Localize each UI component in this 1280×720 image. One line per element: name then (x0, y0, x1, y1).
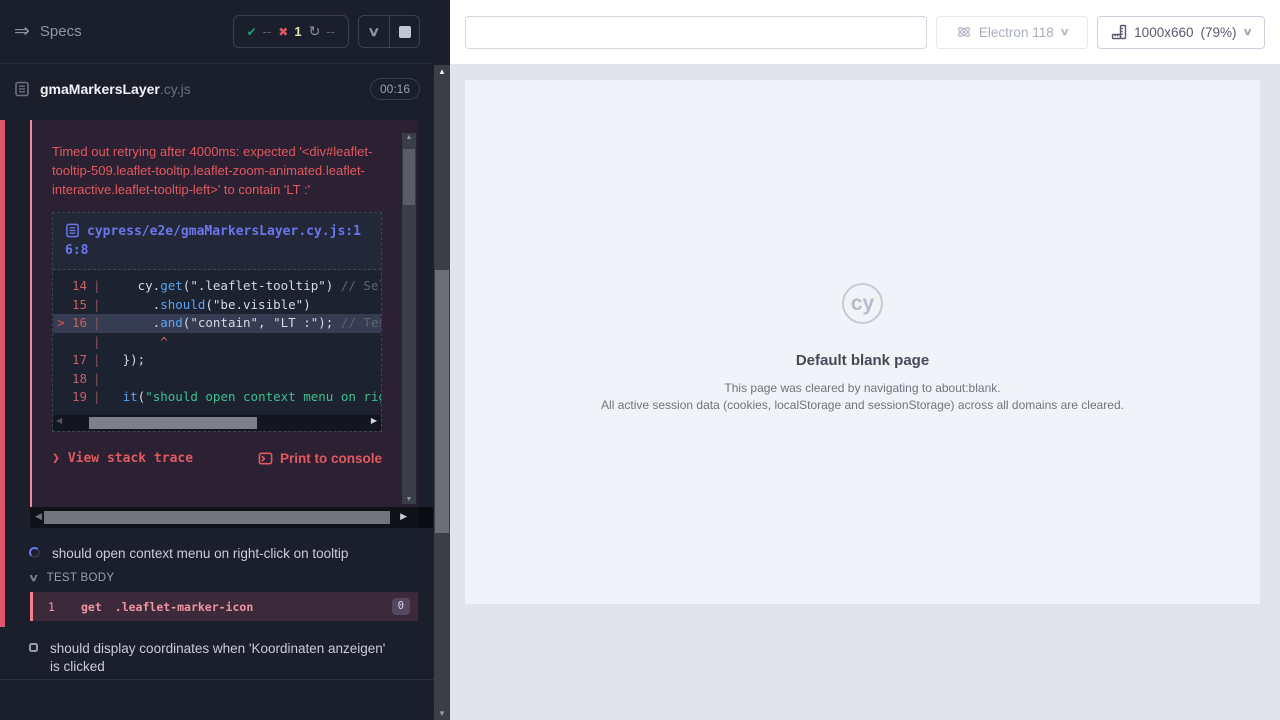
chevron-down-icon: ∨ (367, 24, 380, 40)
scrollbar-track[interactable]: ▲ ▼ (434, 65, 450, 720)
test-error-panel: Timed out retrying after 4000ms: expecte… (30, 120, 418, 507)
code-lines: 14| cy.get(".leaflet-tooltip") // Sele 1… (53, 270, 381, 415)
aut-container: Electron 118 ∨ 1000x660 (79%) (450, 0, 1280, 720)
scroll-left-arrow-icon[interactable]: ◀ (35, 511, 42, 522)
spec-name-ext: .cy.js (160, 81, 191, 97)
print-to-console-button[interactable]: Print to console (258, 451, 382, 466)
specs-title: Specs (40, 23, 82, 40)
code-frame-header[interactable]: cypress/e2e/gmaMarkersLayer.cy.js:16:8 (53, 213, 381, 270)
spec-file-icon (14, 81, 30, 97)
viewport-info-button[interactable]: 1000x660 (79%) ∨ (1097, 16, 1265, 49)
scrollbar-thumb[interactable] (403, 149, 415, 205)
stat-passed: ✔ -- (247, 24, 272, 39)
scroll-right-arrow-icon[interactable]: ▶ (400, 511, 407, 522)
view-stack-trace-link[interactable]: ❯ View stack trace (52, 451, 193, 466)
failed-count: 1 (294, 24, 301, 39)
pending-count: -- (326, 24, 335, 39)
error-actions: ❯ View stack trace Print to console (52, 451, 382, 466)
aut-iframe-blank-page: cy Default blank page This page was clea… (465, 80, 1260, 604)
cypress-app: ⇒ Specs ✔ -- ✖ 1 ↻ -- (0, 0, 1280, 720)
stop-icon (399, 26, 411, 38)
sidebar-scrollbar: ▲ ▼ (434, 0, 450, 720)
command-selector: .leaflet-marker-icon (115, 600, 253, 614)
yielded-count-badge: 0 (392, 598, 410, 615)
spec-name: gmaMarkersLayer.cy.js (40, 81, 191, 97)
run-controls: ∨ (358, 15, 420, 48)
print-to-console-label: Print to console (280, 451, 382, 466)
test-title: should display coordinates when 'Koordin… (50, 640, 396, 676)
cypress-logo-text: cy (851, 292, 874, 316)
passed-count: -- (263, 24, 272, 39)
code-line: 15| .should("be.visible") (53, 296, 381, 315)
scrollbar-corner (418, 507, 433, 528)
cypress-logo: cy (842, 283, 883, 324)
command-name: get (81, 600, 102, 614)
code-line: | ^ (53, 333, 381, 352)
check-icon: ✔ (247, 25, 257, 39)
spec-timer-badge: 00:16 (370, 78, 420, 100)
error-vertical-scrollbar[interactable]: ▲ ▼ (402, 133, 416, 504)
refresh-icon: ↻ (309, 23, 321, 40)
ruler-icon (1111, 24, 1127, 40)
reporter-sidebar: ⇒ Specs ✔ -- ✖ 1 ↻ -- (0, 0, 434, 720)
viewport-zoom: (79%) (1200, 25, 1236, 40)
test-body-section[interactable]: ∨ TEST BODY (30, 572, 114, 584)
stat-pending: ↻ -- (309, 23, 335, 40)
chevron-down-icon: ∨ (1059, 27, 1069, 38)
test-title: should open context menu on right-click … (52, 545, 348, 563)
url-input[interactable] (465, 16, 927, 49)
browser-toolbar: Electron 118 ∨ 1000x660 (79%) (450, 0, 1280, 65)
code-line: 14| cy.get(".leaflet-tooltip") // Sele (53, 277, 381, 296)
scroll-down-arrow-icon[interactable]: ▼ (402, 496, 416, 503)
scroll-down-arrow-icon[interactable]: ▼ (434, 709, 450, 718)
error-horizontal-scrollbar[interactable]: ◀ ▶ (30, 507, 433, 528)
test-item-running[interactable]: should open context menu on right-click … (0, 545, 418, 563)
scrollbar-thumb[interactable] (435, 270, 449, 533)
code-line: 19| it("should open context menu on righ (53, 388, 381, 407)
pending-square-icon (29, 643, 38, 652)
view-stack-trace-label: View stack trace (68, 451, 193, 466)
code-line: >16| .and("contain", "LT :"); // Test (53, 314, 381, 333)
blank-page-line1: This page was cleared by navigating to a… (724, 380, 1000, 397)
browser-label: Electron 118 (979, 25, 1054, 40)
running-spinner-icon (29, 547, 40, 558)
blank-page-title: Default blank page (796, 352, 929, 369)
scrollbar-thumb[interactable] (44, 511, 390, 524)
code-horizontal-scrollbar[interactable]: ◀ ▶ (53, 415, 381, 431)
viewport-size: 1000x660 (1134, 25, 1193, 40)
scroll-up-arrow-icon[interactable]: ▲ (402, 134, 416, 141)
scroll-up-arrow-icon[interactable]: ▲ (434, 67, 450, 76)
test-stats: ✔ -- ✖ 1 ↻ -- (233, 15, 349, 48)
code-line: 18| (53, 370, 381, 389)
x-icon: ✖ (278, 25, 288, 39)
browser-selector-button[interactable]: Electron 118 ∨ (936, 16, 1088, 49)
command-log-row[interactable]: 1 get .leaflet-marker-icon 0 (30, 592, 418, 621)
stop-run-button[interactable] (389, 16, 419, 47)
divider (0, 679, 434, 680)
command-number: 1 (33, 600, 81, 614)
collapse-all-button[interactable]: ∨ (359, 16, 389, 47)
electron-icon (956, 24, 972, 40)
scroll-left-arrow-icon[interactable]: ◀ (56, 416, 62, 425)
terminal-icon (258, 451, 273, 466)
blank-page-line2: All active session data (cookies, localS… (601, 397, 1124, 414)
chevron-right-icon: ❯ (52, 451, 60, 466)
spec-row[interactable]: gmaMarkersLayer.cy.js 00:16 (0, 65, 434, 113)
test-item-pending[interactable]: should display coordinates when 'Koordin… (0, 640, 418, 676)
test-body-label: TEST BODY (47, 572, 115, 584)
file-icon (65, 223, 80, 238)
code-line: 17| }); (53, 351, 381, 370)
chevron-down-icon: ∨ (1242, 27, 1252, 38)
scrollbar-thumb[interactable] (89, 417, 257, 429)
header-controls: ✔ -- ✖ 1 ↻ -- ∨ (233, 15, 420, 48)
reporter-header: ⇒ Specs ✔ -- ✖ 1 ↻ -- (0, 0, 434, 64)
spec-name-bold: gmaMarkersLayer (40, 81, 160, 97)
specs-list-toggle-icon[interactable]: ⇒ (14, 22, 30, 41)
scroll-right-arrow-icon[interactable]: ▶ (371, 416, 377, 425)
stat-failed: ✖ 1 (278, 24, 301, 39)
code-frame: cypress/e2e/gmaMarkersLayer.cy.js:16:8 1… (52, 212, 382, 432)
error-message: Timed out retrying after 4000ms: expecte… (52, 142, 376, 199)
chevron-down-icon: ∨ (28, 573, 39, 584)
code-frame-file-link[interactable]: cypress/e2e/gmaMarkersLayer.cy.js:16:8 (65, 224, 361, 258)
